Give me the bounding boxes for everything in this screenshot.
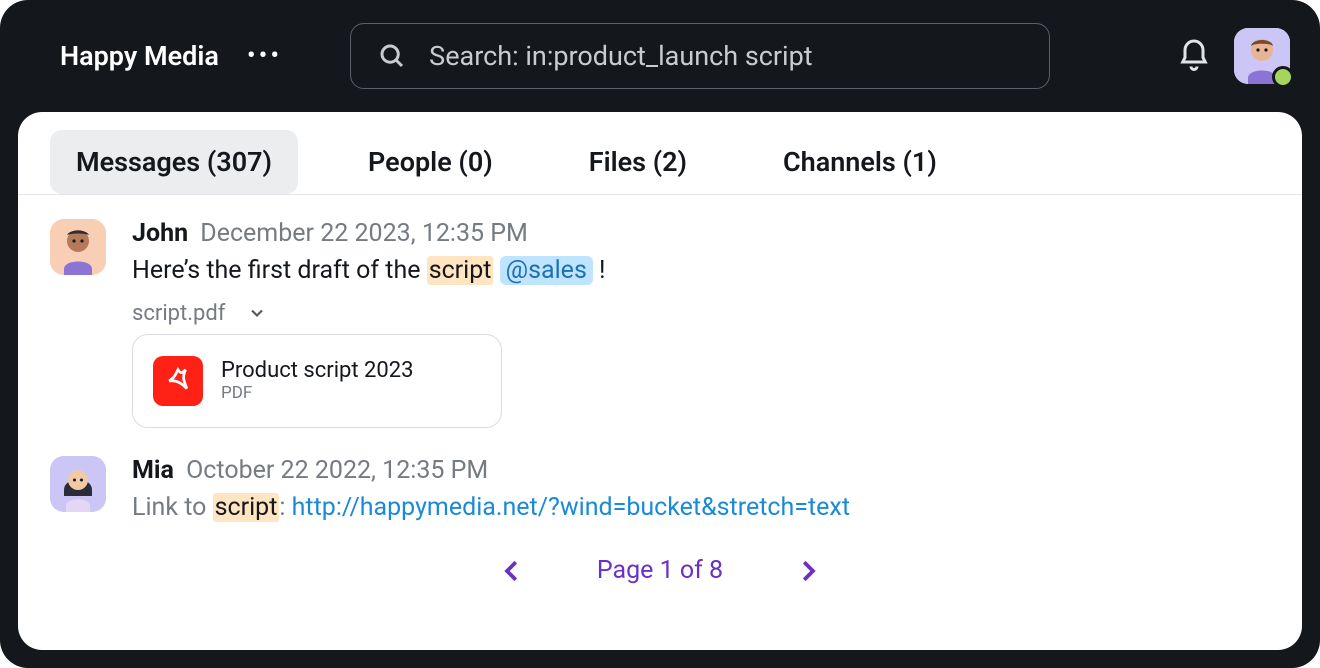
avatar-icon xyxy=(50,456,106,512)
tab-people[interactable]: People (0) xyxy=(342,130,519,194)
message-author: John xyxy=(132,219,188,248)
search-icon xyxy=(377,41,407,71)
pdf-icon xyxy=(153,356,203,406)
tab-messages[interactable]: Messages (307) xyxy=(50,130,298,194)
user-avatar[interactable] xyxy=(1234,28,1290,84)
search-text: Search: in:product_launch script xyxy=(429,40,812,72)
top-bar: Happy Media ••• Search: in:product_launc… xyxy=(0,0,1320,112)
highlight-keyword: script xyxy=(213,493,280,522)
result-tabs: Messages (307) People (0) Files (2) Chan… xyxy=(18,130,1302,195)
search-result-message[interactable]: John December 22 2023, 12:35 PM Here’s t… xyxy=(50,219,1270,428)
message-link[interactable]: http://happymedia.net/?wind=bucket&stret… xyxy=(292,493,850,522)
message-text: Link to script: http://happymedia.net/?w… xyxy=(132,489,1270,528)
chevron-down-icon[interactable] xyxy=(247,303,267,323)
attachment-card[interactable]: Product script 2023 PDF xyxy=(132,334,502,428)
next-page-icon[interactable] xyxy=(793,556,823,586)
pagination: Page 1 of 8 xyxy=(50,556,1270,586)
page-indicator: Page 1 of 8 xyxy=(597,556,723,585)
tab-files[interactable]: Files (2) xyxy=(563,130,713,194)
message-timestamp: October 22 2022, 12:35 PM xyxy=(186,456,488,485)
avatar-icon xyxy=(50,219,106,275)
message-timestamp: December 22 2023, 12:35 PM xyxy=(200,219,528,248)
avatar-mia xyxy=(50,456,106,512)
more-icon[interactable]: ••• xyxy=(247,41,282,71)
avatar-john xyxy=(50,219,106,275)
search-input[interactable]: Search: in:product_launch script xyxy=(350,23,1050,89)
search-result-message[interactable]: Mia October 22 2022, 12:35 PM Link to sc… xyxy=(50,456,1270,528)
bell-icon[interactable] xyxy=(1176,38,1212,74)
presence-indicator xyxy=(1272,66,1294,88)
attachment-type: PDF xyxy=(221,383,414,403)
mention-chip[interactable]: @sales xyxy=(500,256,593,285)
prev-page-icon[interactable] xyxy=(497,556,527,586)
highlight-keyword: script xyxy=(427,256,494,285)
search-results-panel: Messages (307) People (0) Files (2) Chan… xyxy=(18,112,1302,650)
message-text: Here’s the first draft of the script @sa… xyxy=(132,252,1270,291)
attachment-label[interactable]: script.pdf xyxy=(132,301,1270,326)
workspace-name[interactable]: Happy Media xyxy=(60,40,219,72)
attachment-title: Product script 2023 xyxy=(221,358,414,383)
tab-channels[interactable]: Channels (1) xyxy=(757,130,963,194)
message-author: Mia xyxy=(132,456,174,485)
